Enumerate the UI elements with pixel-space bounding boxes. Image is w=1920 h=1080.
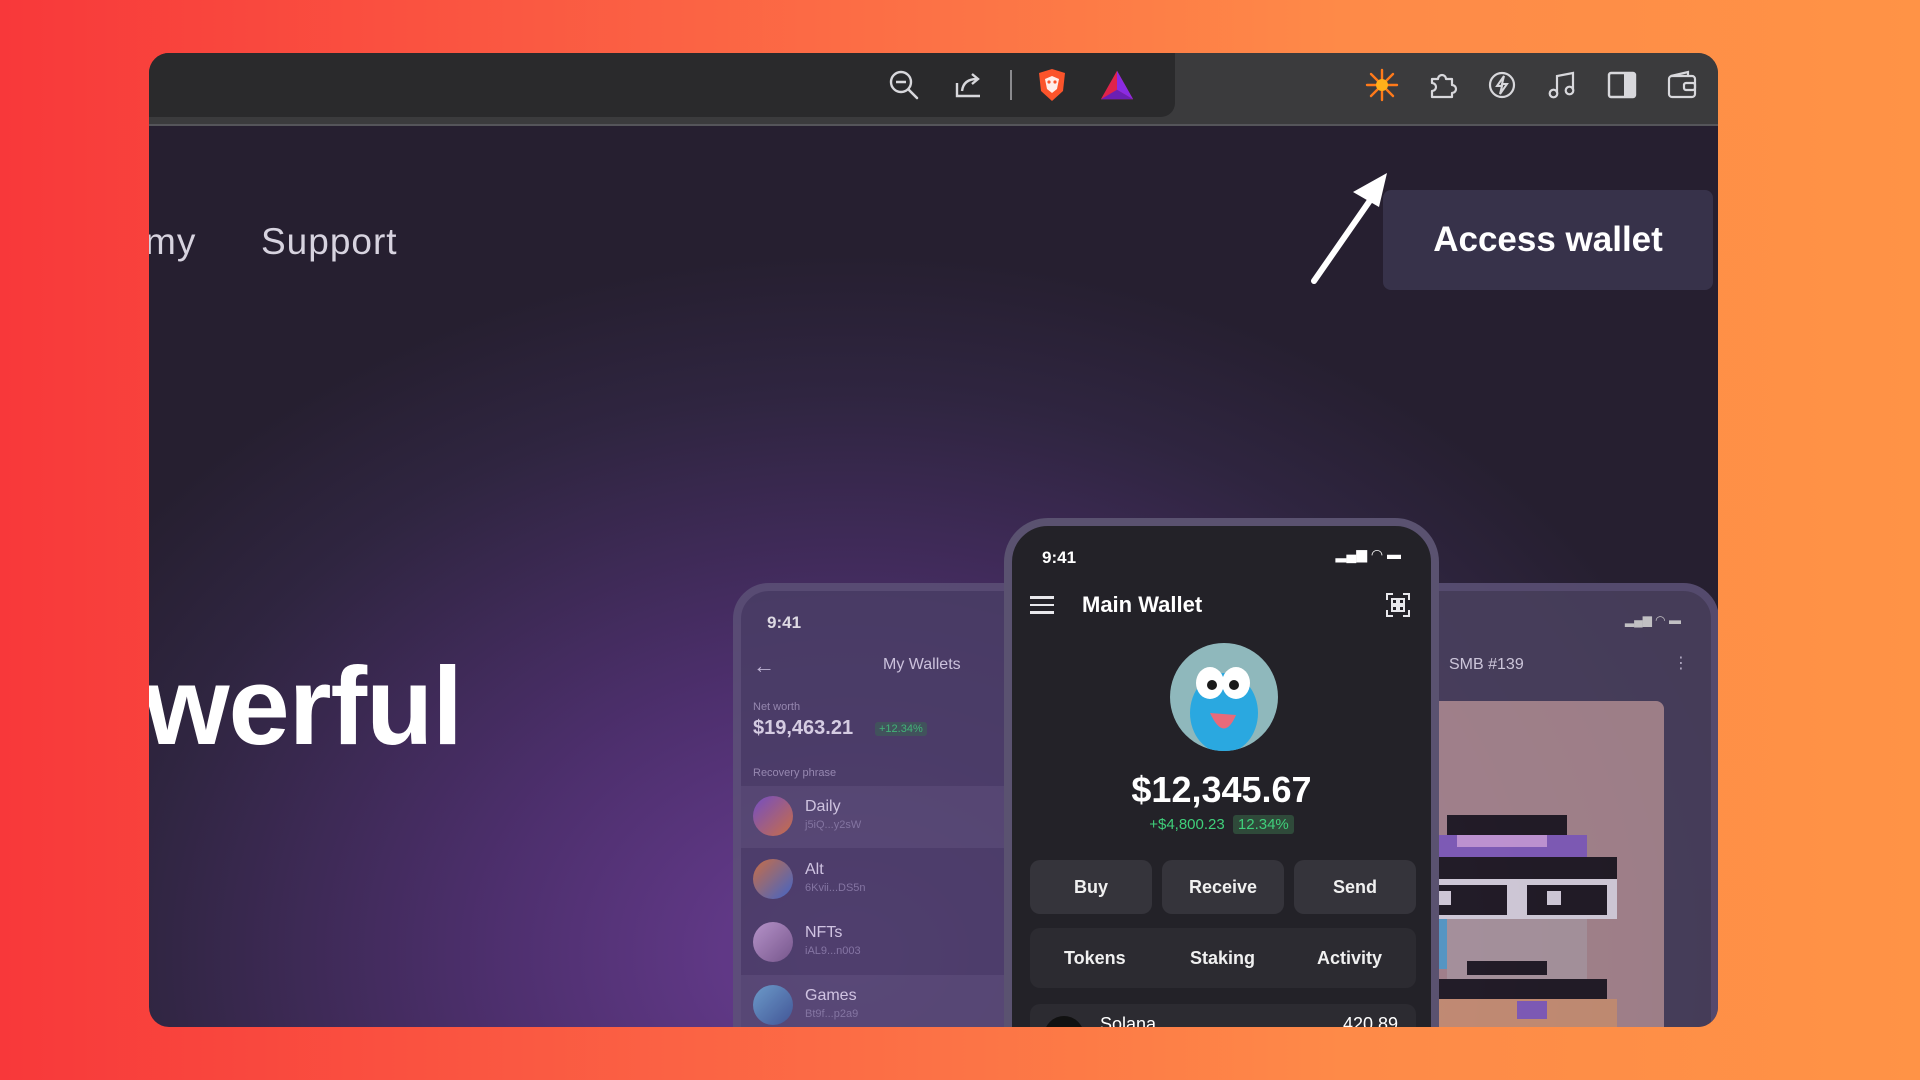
avatar <box>753 922 793 962</box>
wallet-row[interactable]: Games Bt9f...p2a9 <box>741 975 1045 1027</box>
wallet-address: j5iQ...y2sW <box>805 819 862 831</box>
change-percent-badge: 12.34% <box>1232 815 1294 834</box>
token-value: 420.89 <box>1342 1014 1398 1027</box>
status-time: 9:41 <box>767 613 802 632</box>
buy-button[interactable]: Buy <box>1030 860 1152 914</box>
wallet-name: Daily <box>805 798 841 815</box>
wallet-icon[interactable] <box>1664 67 1700 103</box>
qr-scan-icon[interactable] <box>1385 592 1411 623</box>
zoom-out-icon[interactable] <box>886 67 922 103</box>
address-bar[interactable] <box>149 53 1175 117</box>
token-row[interactable]: Solana 420.89 <box>1030 1004 1416 1027</box>
recovery-phrase-label: Recovery phrase <box>753 767 837 779</box>
toolbar-separator <box>1010 70 1012 100</box>
tab-activity[interactable]: Activity <box>1317 948 1382 969</box>
net-worth-change-badge: +12.34% <box>875 722 927 736</box>
pixel-monkey-art <box>1417 815 1617 1027</box>
change-amount: +$4,800.23 <box>1149 816 1225 833</box>
balance-change: +$4,800.23 12.34% <box>1012 815 1431 834</box>
tab-tokens[interactable]: Tokens <box>1064 948 1126 969</box>
phone-main-wallet: 9:41 ▂▄▆ ◠ ▬ Main Wallet $12,345.67 +$4,… <box>1004 518 1439 1027</box>
status-bar-icons: ▂▄▆ ◠ ▬ <box>1624 613 1681 627</box>
wallet-address: Bt9f...p2a9 <box>805 1008 859 1020</box>
balance-value: $12,345.67 <box>1131 769 1312 810</box>
screen-title: My Wallets <box>883 656 961 673</box>
nav-link-support[interactable]: Support <box>261 221 398 263</box>
access-wallet-button[interactable]: Access wallet <box>1383 190 1713 290</box>
avatar <box>753 985 793 1025</box>
brave-rewards-icon[interactable] <box>1099 67 1135 103</box>
hero-headline: werful <box>149 645 463 768</box>
wallet-row[interactable]: Alt 6Kvii...DS5n <box>741 849 1045 911</box>
phantom-extension-icon[interactable] <box>1364 67 1400 103</box>
net-worth-value: $19,463.21 <box>753 717 854 739</box>
wallet-name: Alt <box>805 861 824 878</box>
wallet-title: Main Wallet <box>1082 592 1203 617</box>
more-icon[interactable]: ⋮ <box>1673 653 1689 673</box>
token-name: Solana <box>1100 1014 1157 1027</box>
browser-window: my Support Access wallet werful 9:41 ← M… <box>149 53 1718 1027</box>
status-time: 9:41 <box>1042 548 1077 567</box>
extensions-icon[interactable] <box>1424 67 1460 103</box>
menu-icon[interactable] <box>1030 596 1054 614</box>
wallet-row[interactable]: NFTs iAL9...n003 <box>741 912 1045 974</box>
send-button[interactable]: Send <box>1294 860 1416 914</box>
leo-icon[interactable] <box>1484 67 1520 103</box>
avatar <box>753 796 793 836</box>
wallet-name: NFTs <box>805 924 843 941</box>
wallet-address: 6Kvii...DS5n <box>805 882 866 894</box>
nav-link-academy[interactable]: my <box>149 221 196 263</box>
phone-nft-detail: ▂▄▆ ◠ ▬ SMB #139 ⋮ <box>1399 583 1718 1027</box>
nft-title: SMB #139 <box>1449 656 1524 673</box>
avatar <box>753 859 793 899</box>
back-arrow-icon: ← <box>753 653 775 678</box>
brave-shields-icon[interactable] <box>1034 67 1070 103</box>
wallet-avatar <box>1170 643 1278 751</box>
nft-image <box>1407 701 1664 1027</box>
wallet-name: Games <box>805 987 857 1004</box>
media-icon[interactable] <box>1544 67 1580 103</box>
net-worth-label: Net worth <box>753 701 801 713</box>
status-bar-icons: ▂▄▆ ◠ ▬ <box>1335 546 1401 562</box>
solana-icon <box>1044 1016 1084 1027</box>
wallet-address: iAL9...n003 <box>805 945 861 957</box>
share-icon[interactable] <box>951 67 987 103</box>
tab-staking[interactable]: Staking <box>1190 948 1255 969</box>
receive-button[interactable]: Receive <box>1162 860 1284 914</box>
browser-toolbar <box>149 53 1718 126</box>
sidebar-icon[interactable] <box>1604 67 1640 103</box>
wallet-row[interactable]: Daily j5iQ...y2sW <box>741 786 1045 848</box>
